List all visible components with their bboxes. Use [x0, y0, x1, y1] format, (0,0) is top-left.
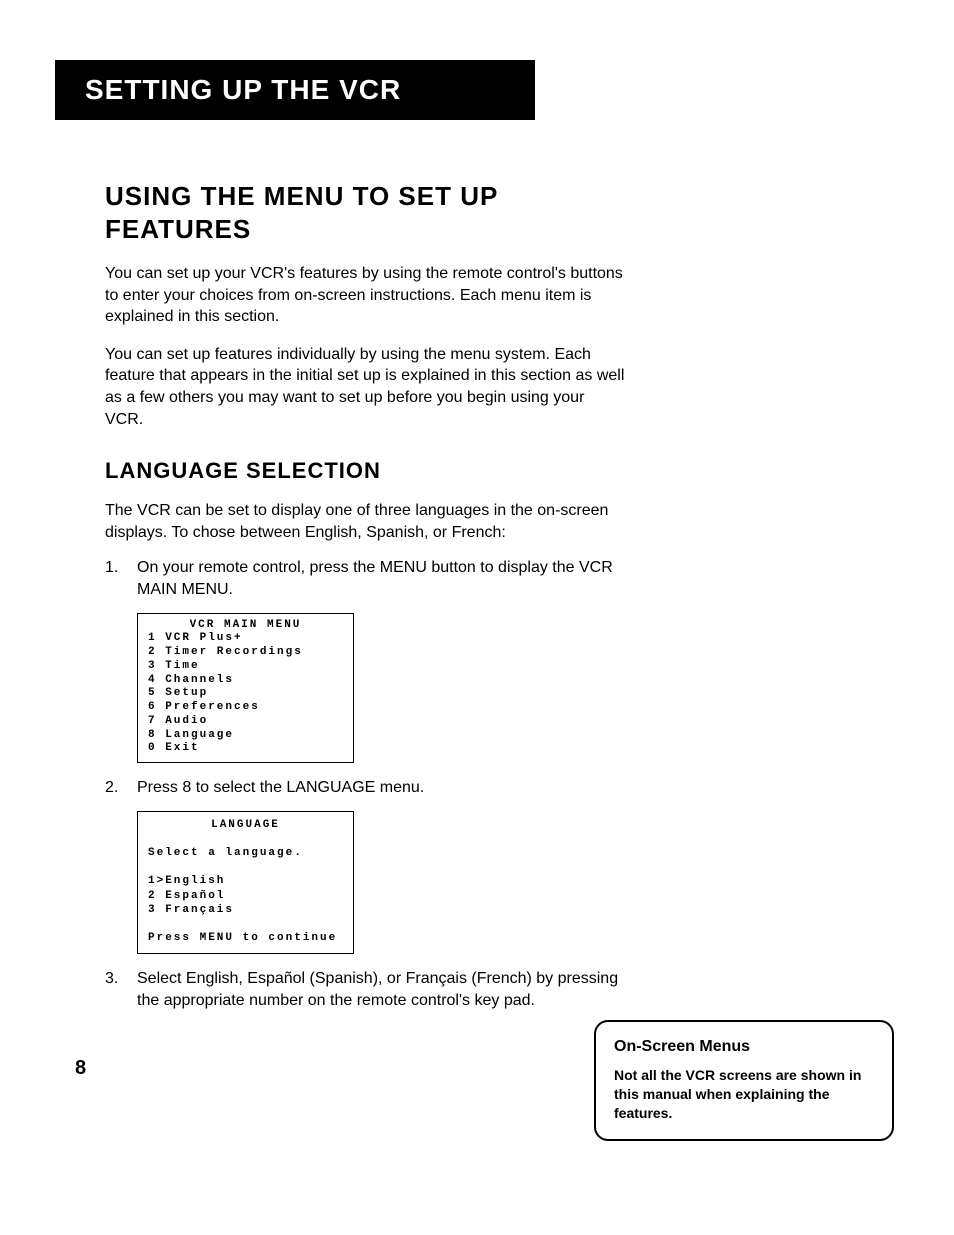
lang-menu-title: LANGUAGE	[148, 818, 343, 833]
step-1-number: 1.	[105, 557, 137, 600]
on-screen-menus-note: On-Screen Menus Not all the VCR screens …	[594, 1020, 894, 1141]
menu-item: 3 Time	[148, 660, 343, 674]
step-1-text: On your remote control, press the MENU b…	[137, 557, 625, 600]
menu-title: VCR MAIN MENU	[148, 619, 343, 633]
note-body: Not all the VCR screens are shown in thi…	[614, 1066, 874, 1123]
chapter-title-bar: Setting Up the VCR	[55, 60, 535, 120]
step-2-text: Press 8 to select the LANGUAGE menu.	[137, 777, 625, 799]
lang-menu-prompt: Select a language.	[148, 846, 343, 861]
vcr-main-menu-screen: VCR MAIN MENU 1 VCR Plus+ 2 Timer Record…	[137, 613, 354, 764]
menu-item: 6 Preferences	[148, 701, 343, 715]
chapter-title: Setting Up the VCR	[85, 74, 401, 105]
intro-paragraph-1: You can set up your VCR's features by us…	[105, 263, 625, 328]
language-selection-heading: Language Selection	[105, 458, 625, 484]
step-3: 3. Select English, Español (Spanish), or…	[105, 968, 625, 1011]
menu-item: 5 Setup	[148, 687, 343, 701]
language-intro-text: The VCR can be set to display one of thr…	[105, 500, 625, 543]
menu-item: 4 Channels	[148, 674, 343, 688]
blank-line	[148, 832, 343, 845]
blank-line	[148, 918, 343, 931]
lang-menu-option: 2 Español	[148, 889, 343, 904]
menu-item: 7 Audio	[148, 715, 343, 729]
menu-item: 2 Timer Recordings	[148, 646, 343, 660]
menu-item: 0 Exit	[148, 742, 343, 756]
language-menu-screen: LANGUAGE Select a language. 1>English 2 …	[137, 811, 354, 955]
lang-menu-option: 1>English	[148, 874, 343, 889]
step-3-text: Select English, Español (Spanish), or Fr…	[137, 968, 625, 1011]
note-title: On-Screen Menus	[614, 1038, 874, 1056]
lang-menu-footer: Press MENU to continue	[148, 931, 343, 946]
lang-menu-option: 3 Français	[148, 903, 343, 918]
page-number: 8	[75, 1057, 86, 1080]
content-column: Using the Menu to Set Up Features You ca…	[105, 180, 625, 1011]
step-3-number: 3.	[105, 968, 137, 1011]
menu-item: 8 Language	[148, 729, 343, 743]
intro-paragraph-2: You can set up features individually by …	[105, 344, 625, 430]
step-2: 2. Press 8 to select the LANGUAGE menu.	[105, 777, 625, 799]
step-2-number: 2.	[105, 777, 137, 799]
step-1: 1. On your remote control, press the MEN…	[105, 557, 625, 600]
manual-page: Setting Up the VCR Using the Menu to Set…	[0, 0, 954, 1120]
blank-line	[148, 861, 343, 874]
menu-item: 1 VCR Plus+	[148, 632, 343, 646]
section-heading: Using the Menu to Set Up Features	[105, 180, 625, 245]
